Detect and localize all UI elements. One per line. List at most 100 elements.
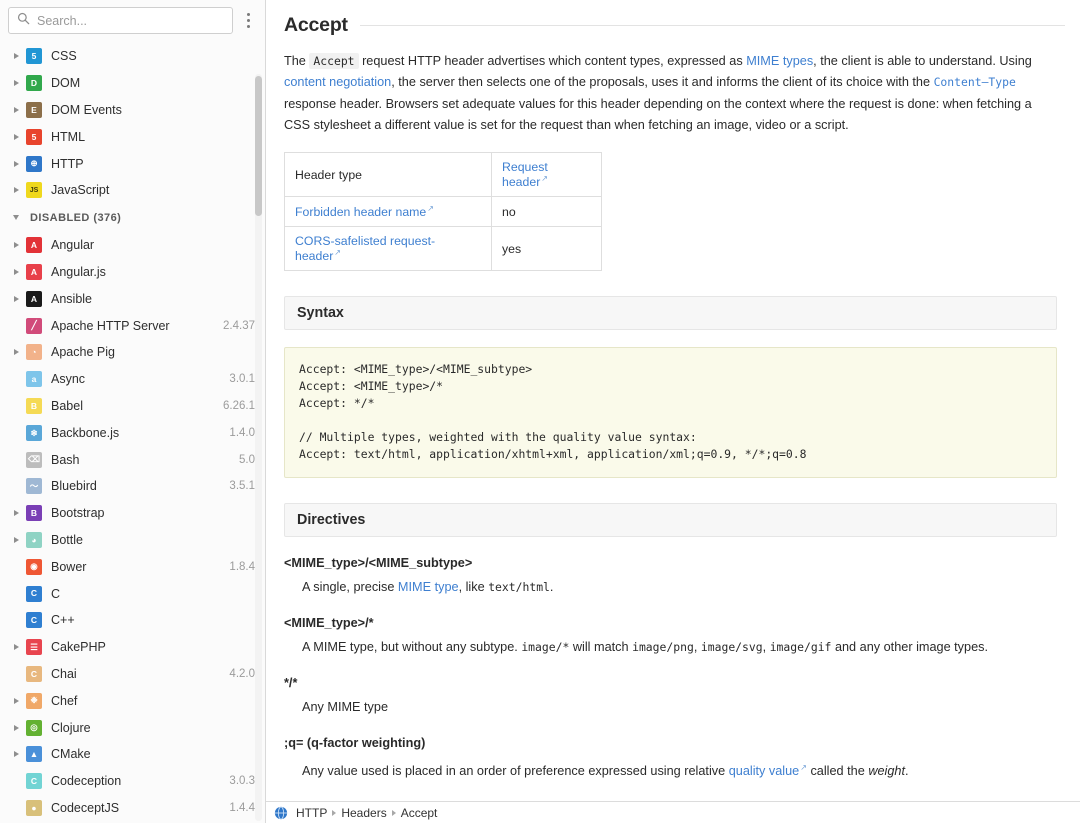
breadcrumb: HTTP Headers Accept: [266, 801, 1080, 823]
directive-term: <MIME_type>/*: [284, 616, 374, 631]
chevron-right-icon[interactable]: [8, 107, 24, 113]
quality-value-link[interactable]: quality value: [729, 765, 800, 779]
intro-text-5: response header. Browsers set adequate v…: [284, 96, 1032, 132]
sidebar-item-label: Clojure: [51, 720, 91, 735]
sidebar-item-angular[interactable]: A Angular: [0, 232, 265, 259]
cakephp-icon: ☰: [26, 639, 42, 656]
chevron-right-icon[interactable]: [8, 725, 24, 731]
cpp-icon: C: [26, 612, 42, 629]
table-cell-key: CORS-safelisted request-header↗: [284, 226, 492, 272]
sidebar-item-ansible[interactable]: A Ansible: [0, 285, 265, 312]
search-box[interactable]: [8, 7, 233, 34]
sidebar-item-label: Bluebird: [51, 479, 97, 494]
c-icon: C: [26, 585, 42, 602]
intro-text-4: , the server then selects one of the pro…: [391, 75, 934, 90]
sidebar-item-bootstrap[interactable]: B Bootstrap: [0, 500, 265, 527]
sidebar-item-javascript[interactable]: JS JavaScript: [0, 177, 265, 204]
sidebar-item-dom[interactable]: D DOM: [0, 70, 265, 97]
sidebar-item-label: Apache Pig: [51, 345, 115, 360]
directive-description: Any MIME type: [302, 700, 389, 715]
sidebar-item-label: HTML: [51, 129, 86, 144]
html5-icon: 5: [26, 128, 42, 145]
sidebar-item-bluebird[interactable]: 〜 Bluebird 3.5.1: [0, 473, 265, 500]
chevron-right-icon[interactable]: [8, 510, 24, 516]
external-link-icon: ↗: [541, 174, 548, 184]
chevron-right-icon[interactable]: [8, 296, 24, 302]
header-meta-table: Header type Request header↗ Forbidden head…: [284, 152, 602, 272]
sidebar-item-babel[interactable]: B Babel 6.26.1: [0, 393, 265, 420]
content-type-code-token: Content‒Type: [933, 75, 1016, 90]
sidebar-item-bower[interactable]: ◉ Bower 1.8.4: [0, 553, 265, 580]
breadcrumb-item[interactable]: Accept: [399, 806, 440, 820]
image-gif-token: image/gif: [769, 640, 832, 655]
ansible-icon: A: [26, 290, 42, 307]
sidebar-item-label: Bootstrap: [51, 506, 105, 521]
babel-icon: B: [26, 397, 42, 414]
sidebar-item-c[interactable]: CC: [0, 580, 265, 607]
sidebar-item-label: Angular.js: [51, 264, 106, 279]
chevron-right-icon[interactable]: [8, 161, 24, 167]
sidebar-item-apache-pig[interactable]: ◔ Apache Pig: [0, 339, 265, 366]
breadcrumb-separator-icon: [332, 809, 337, 816]
content-negotiation-link[interactable]: content negotiation: [284, 75, 391, 89]
title-rule: [359, 25, 1065, 26]
sidebar-item-cmake[interactable]: ▲ CMake: [0, 741, 265, 768]
sidebar-item-clojure[interactable]: ◎ Clojure: [0, 714, 265, 741]
angularjs-icon: A: [26, 263, 42, 280]
table-cell-value: yes: [491, 226, 602, 272]
sidebar-item-codeception[interactable]: C Codeception 3.0.3: [0, 768, 265, 795]
docset-version: 3.0.3: [229, 775, 255, 788]
breadcrumb-item[interactable]: Headers: [339, 806, 388, 820]
chevron-right-icon[interactable]: [8, 134, 24, 140]
sidebar-item-http[interactable]: ⊕ HTTP: [0, 150, 265, 177]
table-row: Header type Request header↗: [284, 152, 602, 198]
sidebar-scrollbar-thumb[interactable]: [255, 76, 262, 216]
sidebar-item-angular-js[interactable]: A Angular.js: [0, 259, 265, 286]
chevron-right-icon[interactable]: [8, 644, 24, 650]
table-key-link[interactable]: CORS-safelisted request-header: [295, 234, 435, 263]
sidebar-item-async[interactable]: a Async 3.0.1: [0, 366, 265, 393]
directive-description: A MIME type, but without any subtype. im…: [302, 640, 988, 655]
sidebar-item-codeceptjs[interactable]: ● CodeceptJS 1.4.4: [0, 795, 265, 822]
chevron-right-icon[interactable]: [8, 751, 24, 757]
table-key-link[interactable]: Forbidden header name: [295, 205, 426, 219]
sidebar-item-chef[interactable]: ❉ Chef: [0, 687, 265, 714]
chevron-right-icon[interactable]: [8, 698, 24, 704]
sidebar-item-label: DOM: [51, 76, 81, 91]
sidebar-item-html[interactable]: 5 HTML: [0, 123, 265, 150]
sidebar-item-label: CSS: [51, 49, 77, 64]
docset-version: 1.4.4: [229, 801, 255, 814]
sidebar-item-c[interactable]: C C++: [0, 607, 265, 634]
bash-icon: ⌫: [26, 451, 42, 468]
sidebar-item-css[interactable]: 5 CSS: [0, 43, 265, 70]
page-title: Accept: [276, 14, 1065, 37]
disabled-group-header[interactable]: DISABLED (376): [0, 204, 265, 232]
kebab-menu-icon[interactable]: [237, 7, 259, 34]
chevron-right-icon[interactable]: [8, 269, 24, 275]
async-icon: a: [26, 371, 42, 388]
search-input[interactable]: [37, 13, 224, 28]
sidebar-item-cakephp[interactable]: ☰ CakePHP: [0, 634, 265, 661]
chevron-right-icon[interactable]: [8, 349, 24, 355]
docset-tree[interactable]: 5 CSS D DOM E DOM Events 5 HTML ⊕ HTTP JS JavaScrip…: [0, 41, 265, 823]
chevron-right-icon[interactable]: [8, 53, 24, 59]
chevron-right-icon[interactable]: [8, 537, 24, 543]
chevron-right-icon[interactable]: [8, 187, 24, 193]
sidebar-item-bash[interactable]: ⌫ Bash 5.0: [0, 446, 265, 473]
sidebar-item-label: Angular: [51, 238, 95, 253]
sidebar-item-dom-events[interactable]: E DOM Events: [0, 97, 265, 124]
backbone-icon: ❄: [26, 424, 42, 441]
image-svg-token: image/svg: [700, 640, 763, 655]
mime-types-link[interactable]: MIME types: [746, 54, 813, 68]
chevron-right-icon[interactable]: [8, 80, 24, 86]
mime-type-link[interactable]: MIME type: [398, 580, 459, 594]
sidebar-item-label: Ansible: [51, 291, 92, 306]
sidebar-item-apache-http-server[interactable]: ╱ Apache HTTP Server 2.4.37: [0, 312, 265, 339]
chevron-right-icon[interactable]: [8, 242, 24, 248]
sidebar-item-label: Bash: [51, 452, 80, 467]
breadcrumb-item[interactable]: HTTP: [294, 806, 329, 820]
app-window: 5 CSS D DOM E DOM Events 5 HTML ⊕ HTTP JS JavaScrip…: [0, 0, 1080, 823]
sidebar-item-chai[interactable]: C Chai 4.2.0: [0, 661, 265, 688]
sidebar-item-backbone-js[interactable]: ❄ Backbone.js 1.4.0: [0, 419, 265, 446]
sidebar-item-bottle[interactable]: ◕ Bottle: [0, 527, 265, 554]
